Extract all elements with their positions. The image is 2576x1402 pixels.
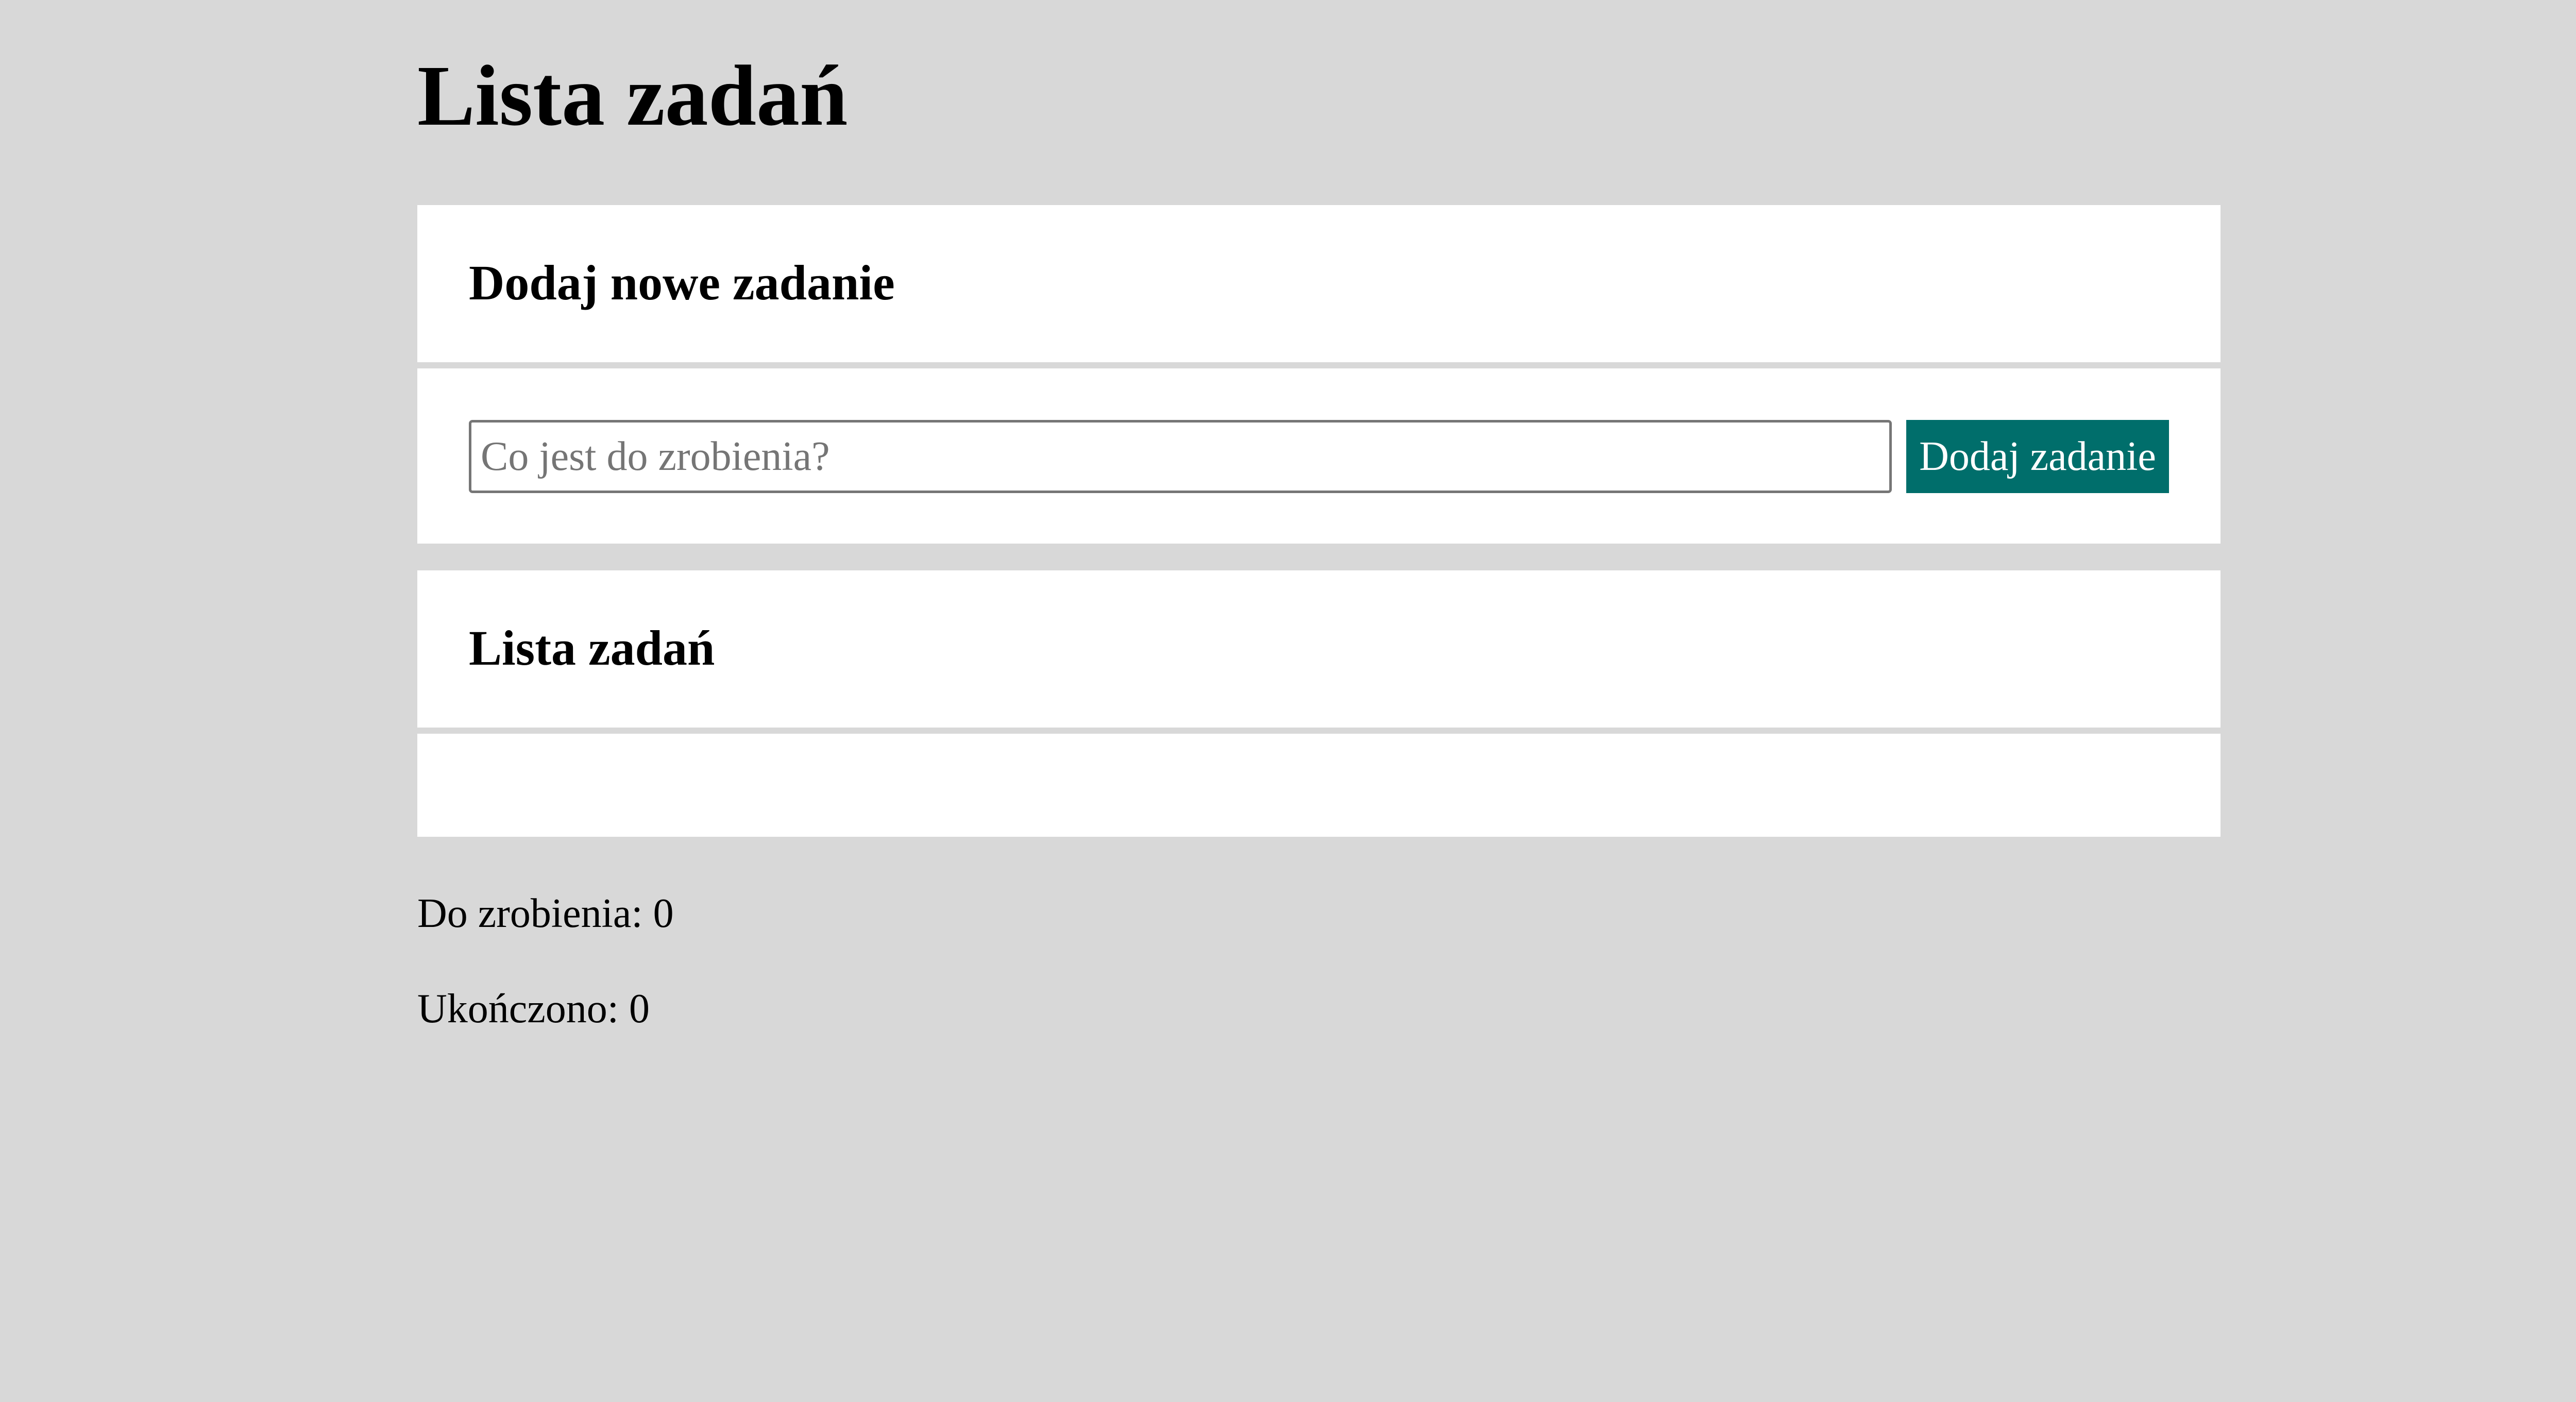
task-list-header: Lista zadań	[417, 570, 2221, 728]
done-count: Ukończono: 0	[417, 986, 650, 1032]
task-input[interactable]	[469, 420, 1892, 493]
add-task-heading: Dodaj nowe zadanie	[469, 255, 895, 310]
add-task-form: Dodaj zadanie	[417, 368, 2221, 544]
page-title: Lista zadań	[417, 48, 848, 144]
todo-count: Do zrobienia: 0	[417, 891, 674, 936]
task-list-heading: Lista zadań	[469, 620, 715, 675]
task-list	[417, 734, 2221, 837]
add-task-button[interactable]: Dodaj zadanie	[1906, 420, 2169, 493]
add-task-header: Dodaj nowe zadanie	[417, 205, 2221, 362]
